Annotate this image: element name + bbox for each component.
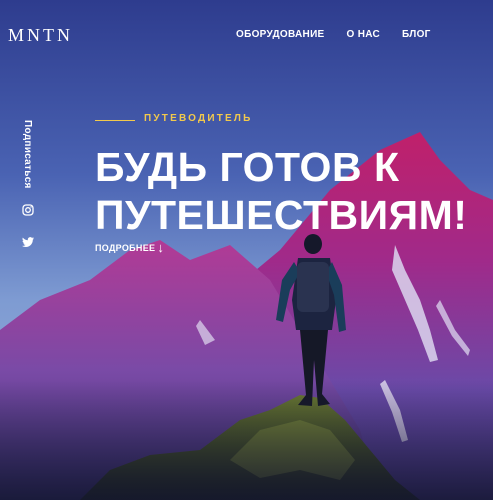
main-nav: ОБОРУДОВАНИЕ О НАС БЛОГ (236, 29, 431, 40)
nav-item-equipment[interactable]: ОБОРУДОВАНИЕ (236, 29, 325, 40)
nav-item-about[interactable]: О НАС (347, 29, 380, 40)
mountain-background (0, 0, 493, 500)
arrow-down-icon: ↓ (157, 240, 165, 255)
logo[interactable]: MNTN (8, 25, 73, 46)
hero-headline: БУДЬ ГОТОВ К ПУТЕШЕСТВИЯМ! (95, 144, 468, 238)
more-link-label: ПОДРОБНЕЕ (95, 243, 156, 253)
nav-item-blog[interactable]: БЛОГ (402, 29, 431, 40)
eyebrow-divider (95, 120, 135, 121)
hero-section: MNTN ОБОРУДОВАНИЕ О НАС БЛОГ Подписаться… (0, 0, 493, 500)
instagram-icon[interactable] (22, 204, 34, 216)
eyebrow-label: ПУТЕВОДИТЕЛЬ (144, 113, 253, 124)
subscribe-link[interactable]: Подписаться (22, 120, 33, 189)
more-link[interactable]: ПОДРОБНЕЕ ↓ (95, 240, 165, 255)
twitter-icon[interactable] (22, 237, 34, 247)
